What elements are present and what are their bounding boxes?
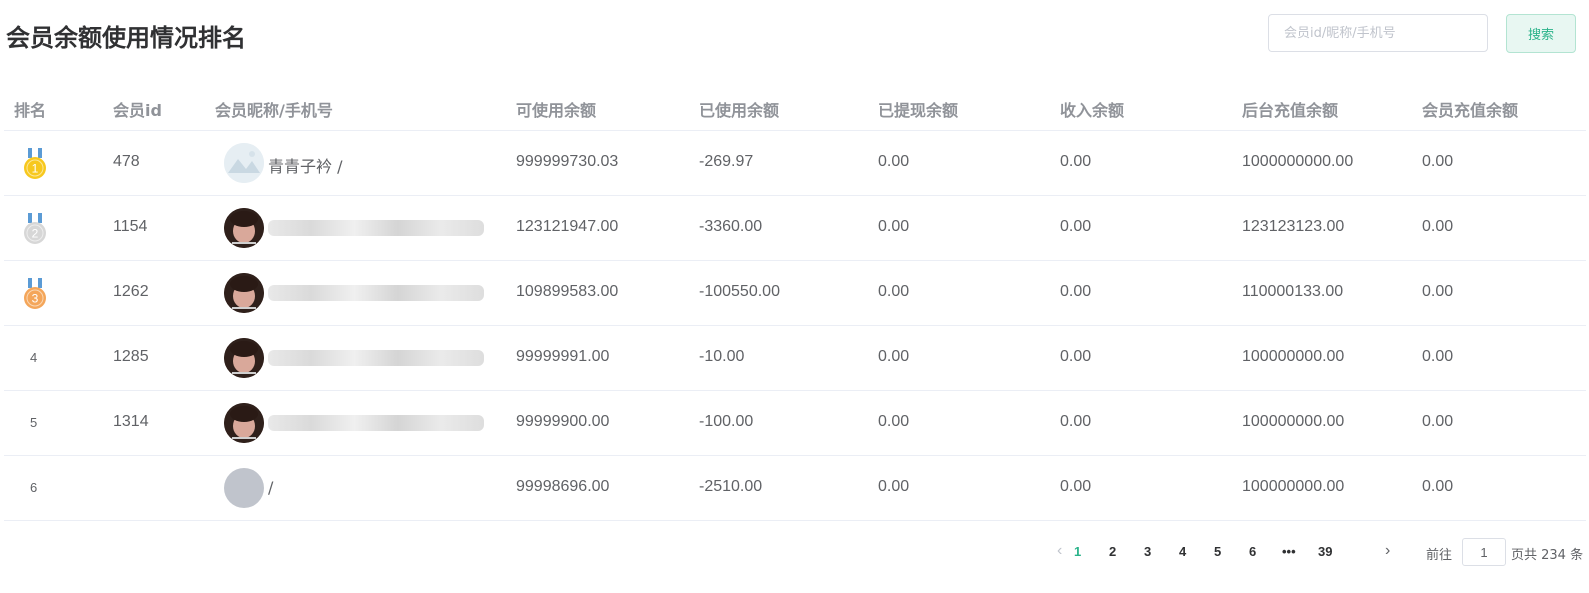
cell-used: -10.00 <box>699 348 745 365</box>
redacted-nickname <box>268 285 484 301</box>
search-button[interactable]: 搜索 <box>1506 14 1576 53</box>
cell-nickname: 青青子衿 / <box>268 157 343 176</box>
cell-income: 0.00 <box>1060 153 1092 170</box>
cell-member-recharge: 0.00 <box>1422 218 1454 235</box>
header-rank: 排名 <box>14 101 47 120</box>
table-row: 6 99998696.00 -2510.00 0.00 0.00 100000000.00… <box>4 456 1586 521</box>
cell-member-recharge: 0.00 <box>1422 283 1454 300</box>
header-available: 可使用余额 <box>516 101 597 120</box>
cell-withdrawn: 0.00 <box>878 283 910 300</box>
header-withdrawn: 已提现余额 <box>878 101 959 120</box>
header-member-id: 会员id <box>113 101 162 120</box>
cell-member-recharge: 0.00 <box>1422 413 1454 430</box>
cell-used: -2510.00 <box>699 478 763 495</box>
header-backend-recharge: 后台充值余额 <box>1242 101 1339 120</box>
table-row: 4 1285 99999991.00 -10.00 0.00 0.00 100000000.… <box>4 326 1586 391</box>
avatar <box>224 468 264 508</box>
cell-used: -269.97 <box>699 153 754 170</box>
cell-used: -100.00 <box>699 413 754 430</box>
cell-withdrawn: 0.00 <box>878 478 910 495</box>
cell-withdrawn: 0.00 <box>878 153 910 170</box>
pager-page[interactable]: 4 <box>1179 544 1186 559</box>
cell-backend-recharge: 100000000.00 <box>1242 348 1345 365</box>
header-member-recharge: 会员充值余额 <box>1422 101 1519 120</box>
cell-id: 478 <box>113 153 140 170</box>
pager-page[interactable]: 39 <box>1318 544 1332 559</box>
cell-backend-recharge: 110000133.00 <box>1242 283 1344 300</box>
pager-page[interactable]: 2 <box>1109 544 1116 559</box>
cell-withdrawn: 0.00 <box>878 348 910 365</box>
cell-income: 0.00 <box>1060 218 1092 235</box>
ranking-table: 排名 会员id 会员昵称/手机号 可使用余额 已使用余额 已提现余额 收入余额 … <box>4 82 1586 521</box>
cell-id: 1285 <box>113 348 149 365</box>
cell-available: 109899583.00 <box>516 283 619 300</box>
pager-page[interactable]: 6 <box>1249 544 1256 559</box>
goto-suffix: 页共 234 条 <box>1511 548 1584 563</box>
goto-prefix: 前往 <box>1426 548 1453 563</box>
cell-available: 99999991.00 <box>516 348 610 365</box>
cell-backend-recharge: 123123123.00 <box>1242 218 1345 235</box>
rank-number: 4 <box>30 350 38 365</box>
cell-income: 0.00 <box>1060 478 1092 495</box>
cell-income: 0.00 <box>1060 283 1092 300</box>
page-title: 会员余额使用情况排名 <box>6 24 246 52</box>
cell-available: 123121947.00 <box>516 218 619 235</box>
rank-number: 6 <box>30 480 38 495</box>
cell-available: 99999900.00 <box>516 413 610 430</box>
table-row: 3 1262 109899583.00 -100550.00 0.00 0.00 11000… <box>4 261 1586 326</box>
pager-page[interactable]: 5 <box>1214 544 1221 559</box>
cell-withdrawn: 0.00 <box>878 413 910 430</box>
rank-number: 2 <box>32 227 39 241</box>
avatar <box>224 273 264 313</box>
cell-id: 1262 <box>113 283 149 300</box>
cell-backend-recharge: 1000000000.00 <box>1242 153 1354 170</box>
cell-available: 99998696.00 <box>516 478 610 495</box>
cell-used: -100550.00 <box>699 283 780 300</box>
cell-id: 1314 <box>113 413 149 430</box>
prev-page-icon[interactable]: ‹ <box>1057 542 1062 560</box>
cell-backend-recharge: 100000000.00 <box>1242 478 1345 495</box>
cell-income: 0.00 <box>1060 348 1092 365</box>
redacted-nickname <box>268 415 484 431</box>
rank-number: 3 <box>32 292 39 306</box>
cell-id: 1154 <box>113 218 148 235</box>
cell-income: 0.00 <box>1060 413 1092 430</box>
avatar <box>224 143 264 183</box>
medal-gold-icon: 1 <box>24 148 46 179</box>
table-row: 5 1314 99999900.00 -100.00 0.00 0.00 100000000… <box>4 391 1586 456</box>
cell-member-recharge: 0.00 <box>1422 153 1454 170</box>
goto-page-input[interactable] <box>1462 538 1506 566</box>
avatar <box>224 338 264 378</box>
rank-number: 5 <box>30 415 38 430</box>
cell-nickname: / <box>268 478 274 497</box>
redacted-nickname <box>268 220 484 236</box>
table-body: 1 478 999999730.03 -269.97 0.00 0.00 100000000… <box>4 131 1586 521</box>
pager-page[interactable]: 1 <box>1074 544 1081 559</box>
table-header: 排名 会员id 会员昵称/手机号 可使用余额 已使用余额 已提现余额 收入余额 … <box>4 82 1586 131</box>
medal-silver-icon: 2 <box>24 213 46 244</box>
cell-used: -3360.00 <box>699 218 763 235</box>
table-row: 2 1154 123121947.00 -3360.00 0.00 0.00 1231231… <box>4 196 1586 261</box>
pager-page[interactable]: 3 <box>1144 544 1151 559</box>
cell-withdrawn: 0.00 <box>878 218 910 235</box>
avatar <box>224 403 264 443</box>
pager-ellipsis[interactable]: ••• <box>1282 544 1296 559</box>
header-nickname: 会员昵称/手机号 <box>215 101 333 120</box>
header-used: 已使用余额 <box>699 101 780 120</box>
pagination: ‹ 1 2 3 4 5 6 ••• 39 › 前往 页共 234 条 <box>1050 538 1589 568</box>
medal-bronze-icon: 3 <box>24 278 46 309</box>
cell-member-recharge: 0.00 <box>1422 348 1454 365</box>
header-income: 收入余额 <box>1060 101 1125 120</box>
cell-member-recharge: 0.00 <box>1422 478 1454 495</box>
avatar <box>224 208 264 248</box>
search-input[interactable] <box>1268 14 1488 52</box>
cell-available: 999999730.03 <box>516 153 619 170</box>
next-page-icon[interactable]: › <box>1385 542 1390 560</box>
cell-backend-recharge: 100000000.00 <box>1242 413 1345 430</box>
rank-number: 1 <box>32 162 39 176</box>
redacted-nickname <box>268 350 484 366</box>
table-row: 1 478 999999730.03 -269.97 0.00 0.00 100000000… <box>4 131 1586 196</box>
